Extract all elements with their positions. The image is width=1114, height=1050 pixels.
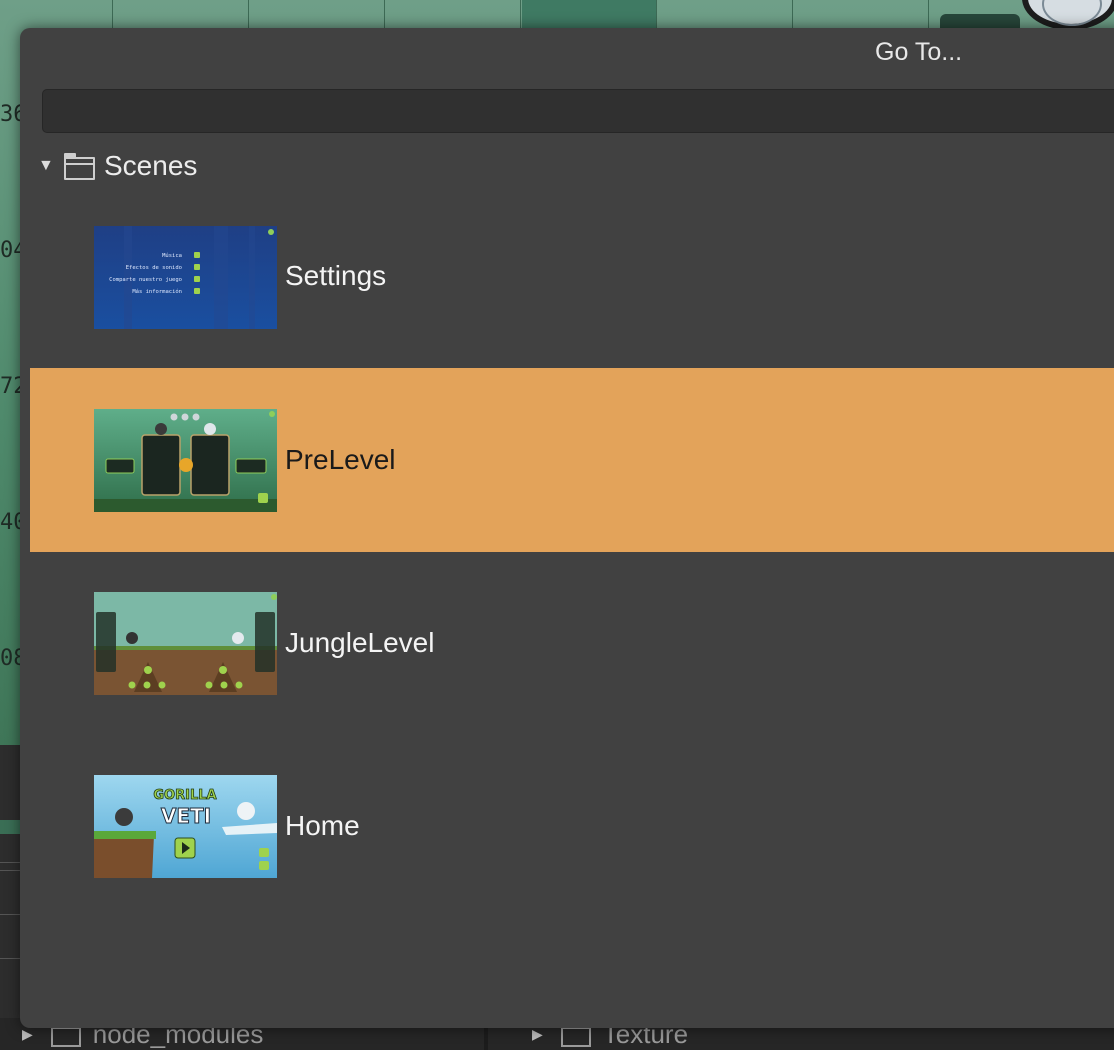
divider bbox=[0, 862, 20, 863]
background-strip bbox=[0, 820, 20, 834]
clock-icon bbox=[1022, 0, 1114, 30]
prelevel-thumbnail bbox=[94, 409, 277, 512]
scene-label: JungleLevel bbox=[285, 627, 435, 658]
scene-label: PreLevel bbox=[285, 444, 396, 475]
grid-line bbox=[792, 0, 793, 30]
ruler-number: 08 bbox=[0, 646, 20, 671]
search-input[interactable] bbox=[42, 89, 1114, 133]
grid-line bbox=[248, 0, 249, 30]
divider bbox=[0, 958, 20, 959]
scene-label: Home bbox=[285, 810, 360, 841]
svg-text:Más información: Más información bbox=[132, 288, 182, 295]
ruler-number: 40 bbox=[0, 510, 20, 535]
ruler-number: 72 bbox=[0, 374, 20, 399]
go-to-dialog: Go To... ▼ Scenes Música Efectos de soni… bbox=[20, 28, 1114, 1028]
caret-right-icon: ▶ bbox=[532, 1025, 543, 1042]
folder-scenes[interactable]: ▼ Scenes bbox=[38, 148, 197, 184]
svg-text:Música: Música bbox=[162, 252, 182, 259]
folder-icon bbox=[560, 1027, 591, 1047]
grid-line bbox=[928, 0, 929, 30]
folder-icon bbox=[50, 1027, 81, 1047]
svg-text:Comparte nuestro juego: Comparte nuestro juego bbox=[109, 277, 182, 283]
home-thumbnail: GORILLA VETI bbox=[94, 775, 277, 878]
ruler-number: 36 bbox=[0, 102, 20, 127]
caret-right-icon: ▶ bbox=[22, 1025, 33, 1042]
scene-item-settings[interactable]: Música Efectos de sonido Comparte nuestr… bbox=[30, 184, 1114, 368]
scene-item-junglelevel[interactable]: JungleLevel bbox=[30, 551, 1114, 735]
expand-toggle-icon[interactable]: ▼ bbox=[38, 158, 60, 174]
grid-line bbox=[520, 0, 521, 30]
ruler-number: 04 bbox=[0, 238, 20, 263]
divider bbox=[0, 914, 20, 915]
junglelevel-thumbnail bbox=[94, 592, 277, 695]
scene-item-home[interactable]: GORILLA VETI Home bbox=[30, 734, 1114, 918]
background-block bbox=[522, 0, 656, 30]
settings-thumbnail: Música Efectos de sonido Comparte nuestr… bbox=[94, 226, 277, 329]
svg-text:VETI: VETI bbox=[161, 804, 211, 828]
grid-line bbox=[656, 0, 657, 30]
svg-text:GORILLA: GORILLA bbox=[153, 788, 216, 803]
svg-text:Efectos de sonido: Efectos de sonido bbox=[126, 265, 182, 271]
grid-line bbox=[112, 0, 113, 30]
folder-label: Scenes bbox=[104, 150, 198, 181]
grid-line bbox=[384, 0, 385, 30]
scene-item-prelevel[interactable]: PreLevel bbox=[30, 368, 1114, 552]
divider bbox=[0, 870, 20, 871]
scene-label: Settings bbox=[285, 260, 387, 291]
folder-icon bbox=[64, 153, 95, 180]
dialog-title: Go To... bbox=[875, 38, 963, 66]
